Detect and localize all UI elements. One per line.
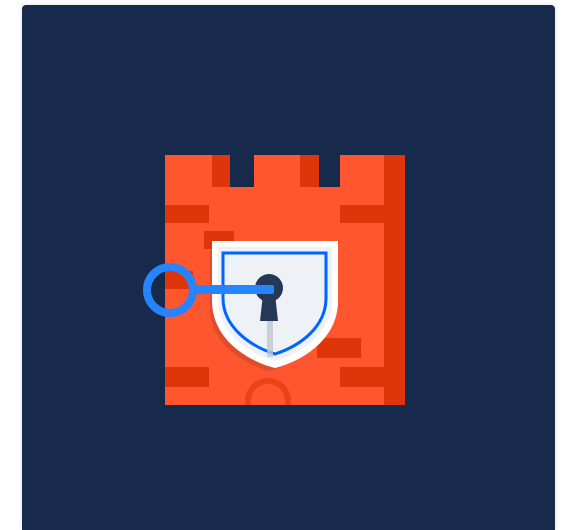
merlon-shade-middle bbox=[300, 155, 319, 187]
brick bbox=[165, 205, 209, 223]
brick bbox=[165, 367, 209, 387]
brick bbox=[340, 205, 405, 223]
brick bbox=[317, 338, 361, 358]
illustration-card bbox=[22, 5, 555, 530]
brick bbox=[340, 367, 405, 387]
security-lock-icon bbox=[143, 155, 405, 405]
key-shaft bbox=[192, 285, 274, 294]
merlon-shade-left bbox=[212, 155, 230, 187]
page bbox=[0, 0, 570, 530]
